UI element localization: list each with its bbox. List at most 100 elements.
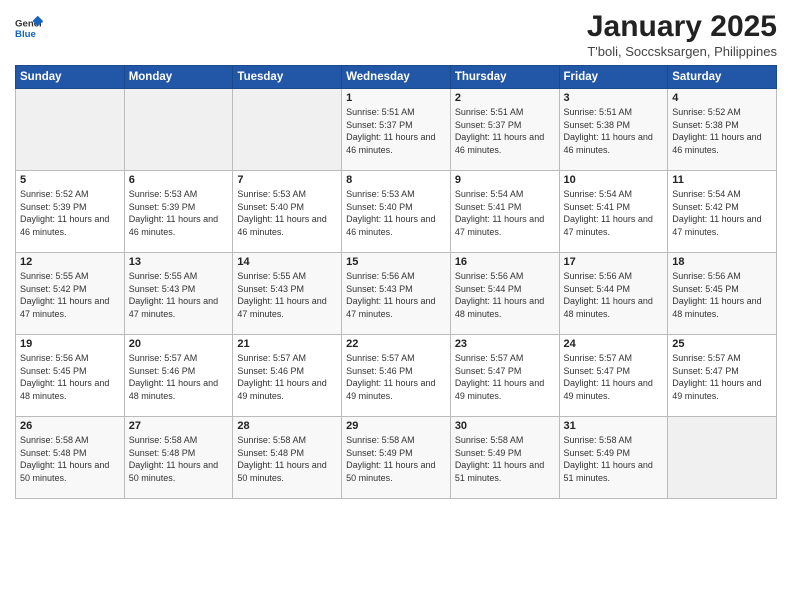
table-row: 24Sunrise: 5:57 AM Sunset: 5:47 PM Dayli… — [559, 335, 668, 417]
table-row: 13 Sunrise: 5:55 AM Sunset: 5:43 PM Dayli… — [124, 253, 233, 335]
cell-info: Sunrise: 5:56 AM Sunset: 5:44 PM Dayligh… — [455, 270, 555, 320]
cell-date: 27 — [129, 420, 229, 432]
cell-info: Sunrise: 5:57 AM Sunset: 5:46 PM Dayligh… — [237, 352, 337, 402]
calendar-week-row: 5Sunrise: 5:52 AM Sunset: 5:39 PM Daylig… — [16, 171, 777, 253]
table-row: 18 Sunrise: 5:56 AM Sunset: 5:45 PM Dayli… — [668, 253, 777, 335]
table-row: 5Sunrise: 5:52 AM Sunset: 5:39 PM Daylig… — [16, 171, 125, 253]
table-row: 9Sunrise: 5:54 AM Sunset: 5:41 PM Daylig… — [450, 171, 559, 253]
table-row: 14 Sunrise: 5:55 AM Sunset: 5:43 PM Dayli… — [233, 253, 342, 335]
table-row: 17 Sunrise: 5:56 AM Sunset: 5:44 PM Dayli… — [559, 253, 668, 335]
cell-info: Sunrise: 5:54 AM Sunset: 5:41 PM Dayligh… — [455, 188, 555, 238]
table-row: 6Sunrise: 5:53 AM Sunset: 5:39 PM Daylig… — [124, 171, 233, 253]
table-row — [16, 89, 125, 171]
table-row: 31Sunrise: 5:58 AM Sunset: 5:49 PM Dayli… — [559, 417, 668, 499]
cell-info: Sunrise: 5:57 AM Sunset: 5:46 PM Dayligh… — [129, 352, 229, 402]
cell-date: 30 — [455, 420, 555, 432]
cell-info: Sunrise: 5:54 AM Sunset: 5:41 PM Dayligh… — [564, 188, 664, 238]
cell-info: Sunrise: 5:51 AM Sunset: 5:37 PM Dayligh… — [455, 106, 555, 156]
cell-info: Sunrise: 5:58 AM Sunset: 5:48 PM Dayligh… — [129, 434, 229, 484]
col-thursday: Thursday — [450, 66, 559, 89]
cell-info: Sunrise: 5:57 AM Sunset: 5:47 PM Dayligh… — [564, 352, 664, 402]
cell-date: 15 — [346, 256, 446, 268]
table-row: 12 Sunrise: 5:55 AM Sunset: 5:42 PM Dayli… — [16, 253, 125, 335]
cell-info: Sunrise: 5:58 AM Sunset: 5:49 PM Dayligh… — [564, 434, 664, 484]
col-friday: Friday — [559, 66, 668, 89]
cell-date: 19 — [20, 338, 120, 350]
table-row — [124, 89, 233, 171]
table-row: 10 Sunrise: 5:54 AM Sunset: 5:41 PM Dayli… — [559, 171, 668, 253]
page: General Blue January 2025 T'boli, Soccsk… — [0, 0, 792, 612]
col-sunday: Sunday — [16, 66, 125, 89]
cell-info: Sunrise: 5:58 AM Sunset: 5:48 PM Dayligh… — [237, 434, 337, 484]
cell-date: 16 — [455, 256, 555, 268]
col-tuesday: Tuesday — [233, 66, 342, 89]
cell-info: Sunrise: 5:57 AM Sunset: 5:47 PM Dayligh… — [455, 352, 555, 402]
logo: General Blue — [15, 14, 43, 42]
calendar: Sunday Monday Tuesday Wednesday Thursday… — [15, 65, 777, 499]
col-saturday: Saturday — [668, 66, 777, 89]
cell-info: Sunrise: 5:55 AM Sunset: 5:42 PM Dayligh… — [20, 270, 120, 320]
table-row: 4 Sunrise: 5:52 AM Sunset: 5:38 PM Daylig… — [668, 89, 777, 171]
cell-date: 25 — [672, 338, 772, 350]
cell-date: 20 — [129, 338, 229, 350]
cell-date: 29 — [346, 420, 446, 432]
cell-info: Sunrise: 5:56 AM Sunset: 5:45 PM Dayligh… — [672, 270, 772, 320]
cell-info: Sunrise: 5:52 AM Sunset: 5:38 PM Dayligh… — [672, 106, 772, 156]
cell-date: 10 — [564, 174, 664, 186]
svg-text:Blue: Blue — [15, 29, 36, 40]
title-area: January 2025 T'boli, Soccsksargen, Phili… — [587, 10, 777, 59]
cell-date: 6 — [129, 174, 229, 186]
cell-info: Sunrise: 5:58 AM Sunset: 5:49 PM Dayligh… — [455, 434, 555, 484]
cell-info: Sunrise: 5:57 AM Sunset: 5:47 PM Dayligh… — [672, 352, 772, 402]
table-row — [233, 89, 342, 171]
cell-date: 17 — [564, 256, 664, 268]
calendar-week-row: 1 Sunrise: 5:51 AM Sunset: 5:37 PM Daylig… — [16, 89, 777, 171]
table-row: 25 Sunrise: 5:57 AM Sunset: 5:47 PM Dayli… — [668, 335, 777, 417]
header: General Blue January 2025 T'boli, Soccsk… — [15, 10, 777, 59]
cell-info: Sunrise: 5:56 AM Sunset: 5:44 PM Dayligh… — [564, 270, 664, 320]
cell-info: Sunrise: 5:55 AM Sunset: 5:43 PM Dayligh… — [237, 270, 337, 320]
cell-info: Sunrise: 5:55 AM Sunset: 5:43 PM Dayligh… — [129, 270, 229, 320]
table-row: 3Sunrise: 5:51 AM Sunset: 5:38 PM Daylig… — [559, 89, 668, 171]
cell-info: Sunrise: 5:51 AM Sunset: 5:37 PM Dayligh… — [346, 106, 446, 156]
cell-info: Sunrise: 5:56 AM Sunset: 5:43 PM Dayligh… — [346, 270, 446, 320]
cell-date: 12 — [20, 256, 120, 268]
cell-date: 28 — [237, 420, 337, 432]
table-row: 20 Sunrise: 5:57 AM Sunset: 5:46 PM Dayli… — [124, 335, 233, 417]
table-row: 8 Sunrise: 5:53 AM Sunset: 5:40 PM Daylig… — [342, 171, 451, 253]
cell-date: 23 — [455, 338, 555, 350]
table-row: 30 Sunrise: 5:58 AM Sunset: 5:49 PM Dayli… — [450, 417, 559, 499]
cell-date: 5 — [20, 174, 120, 186]
table-row: 26Sunrise: 5:58 AM Sunset: 5:48 PM Dayli… — [16, 417, 125, 499]
calendar-week-row: 12 Sunrise: 5:55 AM Sunset: 5:42 PM Dayli… — [16, 253, 777, 335]
logo-icon: General Blue — [15, 14, 43, 42]
cell-info: Sunrise: 5:54 AM Sunset: 5:42 PM Dayligh… — [672, 188, 772, 238]
table-row: 1 Sunrise: 5:51 AM Sunset: 5:37 PM Daylig… — [342, 89, 451, 171]
cell-date: 11 — [672, 174, 772, 186]
table-row: 2 Sunrise: 5:51 AM Sunset: 5:37 PM Daylig… — [450, 89, 559, 171]
cell-info: Sunrise: 5:53 AM Sunset: 5:40 PM Dayligh… — [346, 188, 446, 238]
calendar-week-row: 19Sunrise: 5:56 AM Sunset: 5:45 PM Dayli… — [16, 335, 777, 417]
calendar-week-row: 26Sunrise: 5:58 AM Sunset: 5:48 PM Dayli… — [16, 417, 777, 499]
subtitle: T'boli, Soccsksargen, Philippines — [587, 44, 777, 59]
main-title: January 2025 — [587, 10, 777, 44]
cell-date: 18 — [672, 256, 772, 268]
table-row: 15 Sunrise: 5:56 AM Sunset: 5:43 PM Dayli… — [342, 253, 451, 335]
cell-date: 14 — [237, 256, 337, 268]
cell-date: 8 — [346, 174, 446, 186]
table-row: 27 Sunrise: 5:58 AM Sunset: 5:48 PM Dayli… — [124, 417, 233, 499]
table-row: 7Sunrise: 5:53 AM Sunset: 5:40 PM Daylig… — [233, 171, 342, 253]
table-row: 21Sunrise: 5:57 AM Sunset: 5:46 PM Dayli… — [233, 335, 342, 417]
cell-date: 4 — [672, 92, 772, 104]
table-row: 16 Sunrise: 5:56 AM Sunset: 5:44 PM Dayli… — [450, 253, 559, 335]
cell-date: 3 — [564, 92, 664, 104]
table-row: 23 Sunrise: 5:57 AM Sunset: 5:47 PM Dayli… — [450, 335, 559, 417]
cell-date: 2 — [455, 92, 555, 104]
table-row: 11 Sunrise: 5:54 AM Sunset: 5:42 PM Dayli… — [668, 171, 777, 253]
cell-info: Sunrise: 5:58 AM Sunset: 5:48 PM Dayligh… — [20, 434, 120, 484]
table-row: 22Sunrise: 5:57 AM Sunset: 5:46 PM Dayli… — [342, 335, 451, 417]
cell-date: 13 — [129, 256, 229, 268]
calendar-header-row: Sunday Monday Tuesday Wednesday Thursday… — [16, 66, 777, 89]
cell-date: 7 — [237, 174, 337, 186]
cell-date: 1 — [346, 92, 446, 104]
